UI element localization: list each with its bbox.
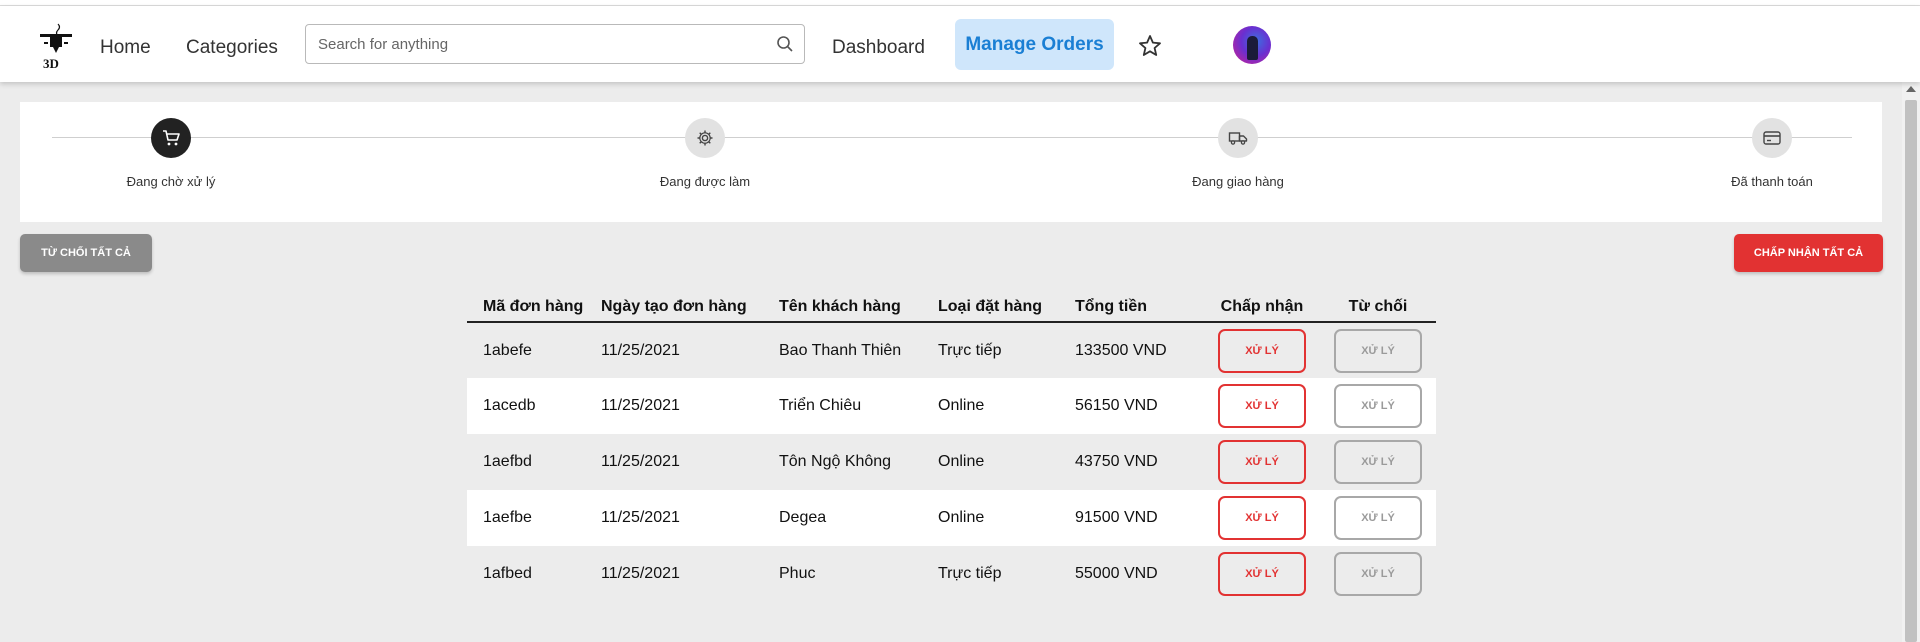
header-order-id: Mã đơn hàng: [467, 292, 601, 323]
scroll-up-arrow-icon[interactable]: [1906, 86, 1916, 92]
search-icon[interactable]: [776, 35, 794, 53]
order-type-cell: Trực tiếp: [938, 546, 1075, 602]
accept-process-button[interactable]: XỬ LÝ: [1218, 496, 1306, 540]
order-type-cell: Online: [938, 490, 1075, 546]
total-cell: 133500 VND: [1075, 322, 1204, 378]
table-row: 1afbed 11/25/2021 Phuc Trực tiếp 55000 V…: [467, 546, 1436, 602]
header-created-date: Ngày tạo đơn hàng: [601, 292, 779, 323]
header-accept: Chấp nhận: [1204, 292, 1320, 323]
nav-categories-link[interactable]: Categories: [186, 26, 278, 70]
step-paid[interactable]: Đã thanh toán: [1687, 118, 1857, 189]
order-id-cell: 1abefe: [467, 322, 601, 378]
order-type-cell: Trực tiếp: [938, 322, 1075, 378]
cart-icon: [163, 130, 180, 146]
header-reject: Từ chối: [1320, 292, 1436, 323]
nav-dashboard-link[interactable]: Dashboard: [832, 26, 925, 70]
reject-process-button[interactable]: XỬ LÝ: [1334, 496, 1422, 540]
step-in-progress-circle: [685, 118, 725, 158]
accept-process-button[interactable]: XỬ LÝ: [1218, 384, 1306, 428]
order-date-cell: 11/25/2021: [601, 546, 779, 602]
accept-process-button[interactable]: XỬ LÝ: [1218, 552, 1306, 596]
reject-cell: XỬ LÝ: [1320, 322, 1436, 378]
credit-card-icon: [1763, 131, 1781, 145]
nav-manage-orders-link[interactable]: Manage Orders: [955, 19, 1114, 70]
reject-cell: XỬ LÝ: [1320, 434, 1436, 490]
search-box[interactable]: [305, 24, 805, 64]
avatar[interactable]: [1233, 26, 1271, 64]
accept-cell: XỬ LÝ: [1204, 322, 1320, 378]
reject-cell: XỬ LÝ: [1320, 546, 1436, 602]
table-row: 1aefbd 11/25/2021 Tôn Ngộ Không Online 4…: [467, 434, 1436, 490]
header-order-type: Loại đặt hàng: [938, 292, 1075, 323]
reject-cell: XỬ LÝ: [1320, 378, 1436, 434]
step-label: Đã thanh toán: [1731, 174, 1813, 189]
svg-text:3D: 3D: [43, 56, 59, 71]
customer-name-cell: Degea: [779, 490, 938, 546]
table-row: 1abefe 11/25/2021 Bao Thanh Thiên Trực t…: [467, 322, 1436, 378]
printer-logo-icon: 3D: [40, 23, 72, 71]
total-cell: 43750 VND: [1075, 434, 1204, 490]
logo[interactable]: 3D: [36, 22, 76, 72]
stepper-line: [52, 137, 1852, 138]
accept-cell: XỬ LÝ: [1204, 490, 1320, 546]
step-pending-circle: [151, 118, 191, 158]
header-customer-name: Tên khách hàng: [779, 292, 938, 323]
table-row: 1acedb 11/25/2021 Triển Chiêu Online 561…: [467, 378, 1436, 434]
accept-cell: XỬ LÝ: [1204, 434, 1320, 490]
step-label: Đang chờ xử lý: [126, 174, 216, 189]
customer-name-cell: Tôn Ngộ Không: [779, 434, 938, 490]
order-type-cell: Online: [938, 434, 1075, 490]
header-total: Tổng tiền: [1075, 292, 1204, 323]
star-icon[interactable]: [1138, 34, 1162, 58]
search-input[interactable]: [318, 25, 758, 63]
order-date-cell: 11/25/2021: [601, 434, 779, 490]
step-shipping[interactable]: Đang giao hàng: [1153, 118, 1323, 189]
gear-icon: [697, 130, 713, 146]
scrollbar-thumb[interactable]: [1905, 100, 1917, 642]
order-type-cell: Online: [938, 378, 1075, 434]
reject-cell: XỬ LÝ: [1320, 490, 1436, 546]
vertical-scrollbar[interactable]: [1902, 82, 1920, 642]
customer-name-cell: Triển Chiêu: [779, 378, 938, 434]
accept-process-button[interactable]: XỬ LÝ: [1218, 328, 1306, 373]
order-date-cell: 11/25/2021: [601, 378, 779, 434]
accept-cell: XỬ LÝ: [1204, 546, 1320, 602]
truck-icon: [1228, 132, 1248, 145]
accept-all-button[interactable]: CHẤP NHẬN TẤT CẢ: [1734, 234, 1883, 272]
order-id-cell: 1afbed: [467, 546, 601, 602]
order-id-cell: 1aefbd: [467, 434, 601, 490]
order-id-cell: 1acedb: [467, 378, 601, 434]
reject-process-button[interactable]: XỬ LÝ: [1334, 328, 1422, 373]
total-cell: 91500 VND: [1075, 490, 1204, 546]
table-row: 1aefbe 11/25/2021 Degea Online 91500 VND…: [467, 490, 1436, 546]
order-date-cell: 11/25/2021: [601, 322, 779, 378]
step-label: Đang giao hàng: [1192, 174, 1284, 189]
nav-home-link[interactable]: Home: [100, 26, 151, 70]
total-cell: 56150 VND: [1075, 378, 1204, 434]
total-cell: 55000 VND: [1075, 546, 1204, 602]
navbar: 3D Home Categories Dashboard Manage Orde…: [0, 6, 1920, 82]
step-paid-circle: [1752, 118, 1792, 158]
reject-process-button[interactable]: XỬ LÝ: [1334, 384, 1422, 428]
step-label: Đang được làm: [659, 174, 751, 189]
reject-all-button[interactable]: TỪ CHỐI TẤT CẢ: [20, 234, 152, 272]
order-id-cell: 1aefbe: [467, 490, 601, 546]
avatar-figure: [1247, 36, 1258, 60]
orders-table: Mã đơn hàng Ngày tạo đơn hàng Tên khách …: [467, 292, 1436, 602]
step-in-progress[interactable]: Đang được làm: [620, 118, 790, 189]
step-pending[interactable]: Đang chờ xử lý: [86, 118, 256, 189]
customer-name-cell: Phuc: [779, 546, 938, 602]
table-header-row: Mã đơn hàng Ngày tạo đơn hàng Tên khách …: [467, 292, 1436, 323]
order-date-cell: 11/25/2021: [601, 490, 779, 546]
reject-process-button[interactable]: XỬ LÝ: [1334, 552, 1422, 596]
accept-cell: XỬ LÝ: [1204, 378, 1320, 434]
order-status-stepper: Đang chờ xử lý Đang được làm Đang giao h…: [20, 102, 1882, 222]
step-shipping-circle: [1218, 118, 1258, 158]
accept-process-button[interactable]: XỬ LÝ: [1218, 440, 1306, 484]
reject-process-button[interactable]: XỬ LÝ: [1334, 440, 1422, 484]
customer-name-cell: Bao Thanh Thiên: [779, 322, 938, 378]
